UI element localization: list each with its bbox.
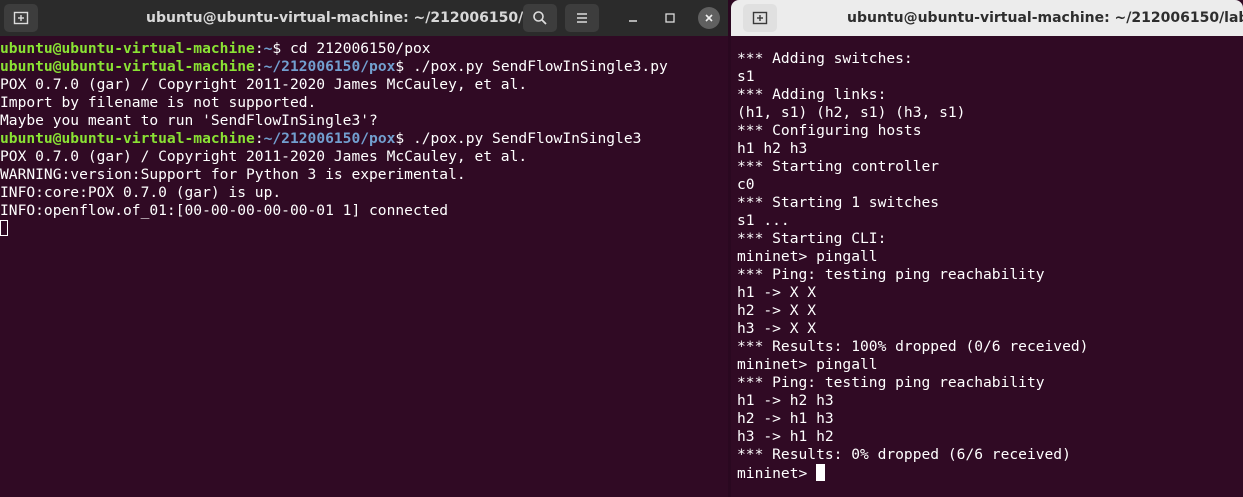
terminal-line: ubuntu@ubuntu-virtual-machine:~/21200615… xyxy=(0,58,728,76)
prompt-user: ubuntu@ubuntu-virtual-machine xyxy=(0,58,255,75)
terminal-line: (h1, s1) (h2, s1) (h3, s1) xyxy=(737,104,966,121)
terminal-line: h3 -> X X xyxy=(737,320,817,337)
prompt-colon: : xyxy=(254,58,264,75)
menu-button[interactable] xyxy=(565,4,599,32)
prompt-colon: : xyxy=(254,40,264,57)
terminal-line: POX 0.7.0 (gar) / Copyright 2011-2020 Ja… xyxy=(0,148,528,165)
terminal-line: *** Starting CLI: xyxy=(737,230,887,247)
search-button[interactable] xyxy=(523,4,557,32)
titlebar[interactable]: ubuntu@ubuntu-virtual-machine: ~/2120061… xyxy=(731,0,1243,36)
terminal-output[interactable]: *** Adding switches: s1 *** Adding links:(… xyxy=(737,50,1243,497)
terminal-line: *** Adding links: xyxy=(737,86,887,103)
prompt-user: ubuntu@ubuntu-virtual-machine xyxy=(0,40,255,57)
prompt-colon: : xyxy=(254,130,264,147)
terminal-line: h1 h2 h3 xyxy=(737,140,808,157)
terminal-line: *** Results: 0% dropped (6/6 received) xyxy=(737,446,1071,463)
prompt-path: ~/212006150/pox xyxy=(263,58,396,75)
terminal-line: INFO:core:POX 0.7.0 (gar) is up. xyxy=(0,184,282,201)
terminal-line: *** Ping: testing ping reachability xyxy=(737,374,1045,391)
mininet-prompt: mininet> xyxy=(737,465,817,482)
search-icon xyxy=(533,11,547,25)
window-title: ubuntu@ubuntu-virtual-machine: ~/2120061… xyxy=(146,10,552,26)
text-cursor xyxy=(816,464,826,481)
terminal-line: h2 -> h1 h3 xyxy=(737,410,834,427)
titlebar[interactable]: ubuntu@ubuntu-virtual-machine: ~/2120061… xyxy=(0,0,728,36)
terminal-window-pox[interactable]: ubuntu@ubuntu-virtual-machine: ~/2120061… xyxy=(0,0,728,497)
new-tab-button[interactable] xyxy=(743,4,777,32)
prompt-path: ~/212006150/pox xyxy=(263,130,396,147)
command-text: $ ./pox.py SendFlowInSingle3.py xyxy=(395,58,668,75)
new-tab-button[interactable] xyxy=(4,4,38,32)
terminal-line: c0 xyxy=(737,176,755,193)
terminal-line: h2 -> X X xyxy=(737,302,817,319)
terminal-line: Maybe you meant to run 'SendFlowInSingle… xyxy=(0,112,378,129)
terminal-line: ubuntu@ubuntu-virtual-machine:~$ cd 2120… xyxy=(0,40,728,58)
maximize-icon xyxy=(665,13,675,23)
terminal-line: s1 xyxy=(737,68,755,85)
terminal-line: *** Ping: testing ping reachability xyxy=(737,266,1045,283)
terminal-line: *** Adding switches: xyxy=(737,50,913,67)
prompt-line: mininet> xyxy=(737,464,1243,482)
terminal-line: *** Starting 1 switches xyxy=(737,194,940,211)
hamburger-menu-icon xyxy=(577,13,587,23)
terminal-line: WARNING:version:Support for Python 3 is … xyxy=(0,166,466,183)
terminal-line: *** Configuring hosts xyxy=(737,122,922,139)
terminal-line: ubuntu@ubuntu-virtual-machine:~/21200615… xyxy=(0,130,728,148)
terminal-line: Import by filename is not supported. xyxy=(0,94,317,111)
new-tab-icon xyxy=(752,11,768,25)
terminal-line: INFO:openflow.of_01:[00-00-00-00-00-01 1… xyxy=(0,202,449,219)
command-text: $ cd 212006150/pox xyxy=(272,40,431,57)
cursor-line xyxy=(0,220,728,238)
terminal-line: h1 -> h2 h3 xyxy=(737,392,834,409)
command-text: $ ./pox.py SendFlowInSingle3 xyxy=(395,130,642,147)
terminal-window-mininet[interactable]: ubuntu@ubuntu-virtual-machine: ~/2120061… xyxy=(728,0,1243,497)
terminal-output[interactable]: ubuntu@ubuntu-virtual-machine:~$ cd 2120… xyxy=(0,40,728,497)
terminal-line: mininet> pingall xyxy=(737,356,878,373)
terminal-line: *** Results: 100% dropped (0/6 received) xyxy=(737,338,1089,355)
text-cursor xyxy=(0,220,8,236)
close-icon xyxy=(705,14,713,22)
close-button[interactable] xyxy=(698,7,720,29)
new-tab-icon xyxy=(13,11,29,25)
terminal-line: *** Starting controller xyxy=(737,158,940,175)
terminal-line: h3 -> h1 h2 xyxy=(737,428,834,445)
minimize-button[interactable] xyxy=(622,7,644,29)
terminal-line: mininet> pingall xyxy=(737,248,878,265)
prompt-user: ubuntu@ubuntu-virtual-machine xyxy=(0,130,255,147)
minimize-icon xyxy=(629,20,637,22)
terminal-line: s1 ... xyxy=(737,212,790,229)
window-title: ubuntu@ubuntu-virtual-machine: ~/2120061… xyxy=(847,10,1243,26)
maximize-button[interactable] xyxy=(659,7,681,29)
terminal-line: h1 -> X X xyxy=(737,284,817,301)
terminal-line: POX 0.7.0 (gar) / Copyright 2011-2020 Ja… xyxy=(0,76,528,93)
